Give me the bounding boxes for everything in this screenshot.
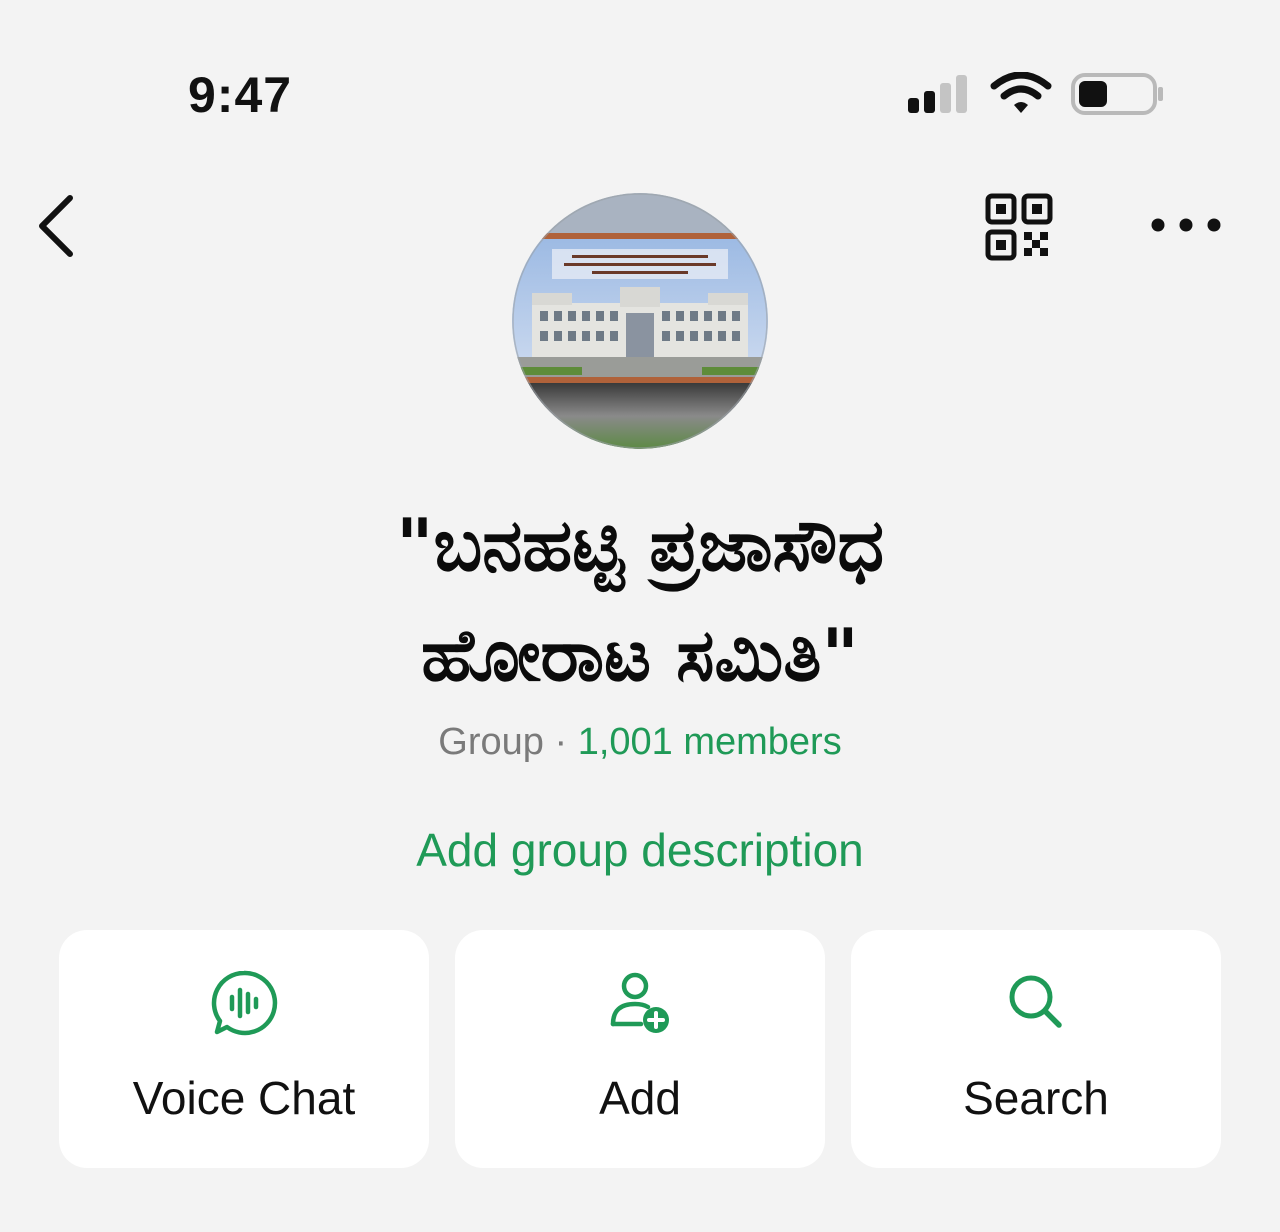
add-member-label: Add [599, 1072, 681, 1124]
group-title-line-1: "ಬನಹಟ್ಟಿ ಪ್ರಜಾಸೌಧ [395, 503, 885, 587]
members-link[interactable]: 1,001 members [578, 721, 842, 763]
voice-chat-label: Voice Chat [132, 1072, 356, 1124]
group-type-label: Group [438, 721, 544, 763]
search-icon [1009, 975, 1062, 1028]
group-title: "ಬನಹಟ್ಟಿ ಪ್ರಜಾಸೌಧ ಹೋರಾಟ ಸಮಿತಿ" [140, 490, 1140, 710]
voice-chat-button[interactable]: Voice Chat [59, 930, 429, 1168]
status-time: 9:47 [188, 67, 293, 123]
battery-low-icon [1071, 73, 1163, 115]
search-button[interactable]: Search [851, 930, 1221, 1168]
wifi-icon [990, 72, 1052, 113]
signal-bars-icon [908, 75, 967, 113]
search-label: Search [963, 1072, 1109, 1124]
meta-separator: · [554, 721, 568, 763]
back-button[interactable] [30, 190, 86, 262]
add-description-link[interactable]: Add group description [140, 820, 1140, 880]
qr-code-icon[interactable] [984, 192, 1054, 262]
add-person-icon [610, 972, 669, 1033]
more-options-button[interactable] [1148, 206, 1224, 244]
group-title-line-2: ಹೋರಾಟ ಸಮಿತಿ" [421, 613, 859, 697]
group-meta: Group · 1,001 members [140, 714, 1140, 770]
group-avatar[interactable] [512, 193, 768, 449]
voice-chat-icon [211, 970, 278, 1036]
add-member-button[interactable]: Add [455, 930, 825, 1168]
